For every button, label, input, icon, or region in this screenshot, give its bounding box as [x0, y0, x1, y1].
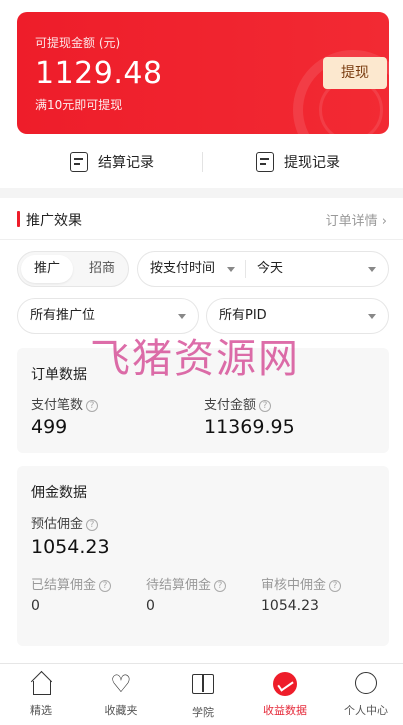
- tab-label: 个人中心: [344, 704, 388, 717]
- review-commission-value: 1054.23: [261, 598, 319, 614]
- chevron-down-icon: [178, 314, 186, 319]
- tab-earnings[interactable]: 收益数据: [254, 672, 316, 720]
- section-title: 推广效果: [26, 213, 82, 229]
- pay-count-value: 499: [31, 416, 68, 438]
- pay-amount-value: 11369.95: [204, 416, 295, 438]
- pay-amount-label: 支付金额?: [204, 394, 272, 413]
- estimated-commission-label: 预估佣金?: [31, 513, 99, 532]
- book-icon: [191, 674, 215, 698]
- quick-links: 结算记录 提现记录: [0, 142, 403, 182]
- pid-label: 所有PID: [219, 308, 267, 323]
- withdraw-records-label: 提现记录: [284, 155, 340, 171]
- pending-commission-value: 0: [146, 598, 155, 614]
- estimated-commission-value: 1054.23: [31, 536, 110, 558]
- help-icon[interactable]: ?: [99, 580, 112, 592]
- time-type-label: 按支付时间: [150, 261, 216, 276]
- pending-commission-label: 待结算佣金?: [146, 574, 227, 593]
- help-icon[interactable]: ?: [259, 400, 272, 412]
- pending-commission-label-text: 待结算佣金: [146, 578, 212, 593]
- header-area: 可提现金额 (元) 1129.48 满10元即可提现 提现 结算记录 提现记录: [0, 0, 403, 188]
- settled-commission-label-text: 已结算佣金: [31, 578, 97, 593]
- withdraw-threshold-note: 满10元即可提现: [35, 98, 123, 112]
- tab-profile[interactable]: 个人中心: [335, 672, 397, 720]
- review-commission-label: 审核中佣金?: [261, 574, 342, 593]
- balance-card: 可提现金额 (元) 1129.48 满10元即可提现 提现: [17, 12, 389, 134]
- help-icon[interactable]: ?: [329, 580, 342, 592]
- chevron-down-icon: [227, 267, 235, 272]
- pay-amount-label-text: 支付金额: [204, 398, 257, 413]
- settled-commission-label: 已结算佣金?: [31, 574, 112, 593]
- tab-label: 收藏夹: [104, 704, 138, 717]
- help-icon[interactable]: ?: [86, 400, 99, 412]
- order-data-title: 订单数据: [31, 367, 87, 383]
- time-type-select[interactable]: 按支付时间: [138, 252, 245, 286]
- segment-promotion[interactable]: 推广: [21, 255, 73, 283]
- tab-featured[interactable]: 精选: [10, 672, 72, 720]
- tab-label: 精选: [30, 704, 52, 717]
- promotion-panel: 推广效果 订单详情 › 推广 招商 按支付时间 今天 所有推广位 所有PID 订…: [0, 198, 403, 668]
- chevron-down-icon: [368, 314, 376, 319]
- settlement-records-link[interactable]: 结算记录: [70, 150, 154, 174]
- pay-count-label-text: 支付笔数: [31, 398, 84, 413]
- period-select[interactable]: 今天: [245, 252, 388, 286]
- time-filter: 按支付时间 今天: [137, 251, 389, 287]
- heart-icon: ♡: [110, 670, 132, 698]
- order-details-link[interactable]: 订单详情 ›: [326, 210, 387, 229]
- bottom-tab-bar: 精选 ♡ 收藏夹 学院 收益数据 个人中心: [0, 663, 403, 725]
- commission-data-title: 佣金数据: [31, 485, 87, 501]
- tab-label: 学院: [192, 706, 214, 719]
- balance-amount: 1129.48: [35, 56, 163, 91]
- promotion-segment-control: 推广 招商: [17, 251, 129, 287]
- chart-icon: [273, 672, 297, 696]
- pay-count-label: 支付笔数?: [31, 394, 99, 413]
- section-header: 推广效果 订单详情 ›: [0, 198, 403, 240]
- tab-academy[interactable]: 学院: [172, 672, 234, 720]
- balance-label: 可提现金额 (元): [35, 36, 121, 50]
- receipt-icon: [256, 152, 274, 172]
- settlement-records-label: 结算记录: [98, 155, 154, 171]
- chevron-down-icon: [368, 267, 376, 272]
- withdraw-button[interactable]: 提现: [323, 57, 387, 89]
- position-label: 所有推广位: [30, 308, 96, 323]
- accent-bar: [17, 211, 20, 227]
- divider: [202, 152, 203, 172]
- period-label: 今天: [257, 261, 284, 276]
- site-watermark: 飞猪资源网: [90, 336, 300, 382]
- estimated-commission-label-text: 预估佣金: [31, 517, 84, 532]
- person-icon: [354, 672, 378, 696]
- tab-favorites[interactable]: ♡ 收藏夹: [90, 672, 152, 720]
- help-icon[interactable]: ?: [86, 519, 99, 531]
- review-commission-label-text: 审核中佣金: [261, 578, 327, 593]
- help-icon[interactable]: ?: [214, 580, 227, 592]
- commission-data-box: 佣金数据 预估佣金? 1054.23 已结算佣金? 0 待结算佣金? 0 审核中…: [17, 466, 389, 646]
- document-icon: [70, 152, 88, 172]
- withdraw-records-link[interactable]: 提现记录: [256, 150, 340, 174]
- home-icon: [29, 672, 53, 696]
- segment-merchant[interactable]: 招商: [78, 255, 126, 283]
- tab-label: 收益数据: [263, 704, 307, 717]
- settled-commission-value: 0: [31, 598, 40, 614]
